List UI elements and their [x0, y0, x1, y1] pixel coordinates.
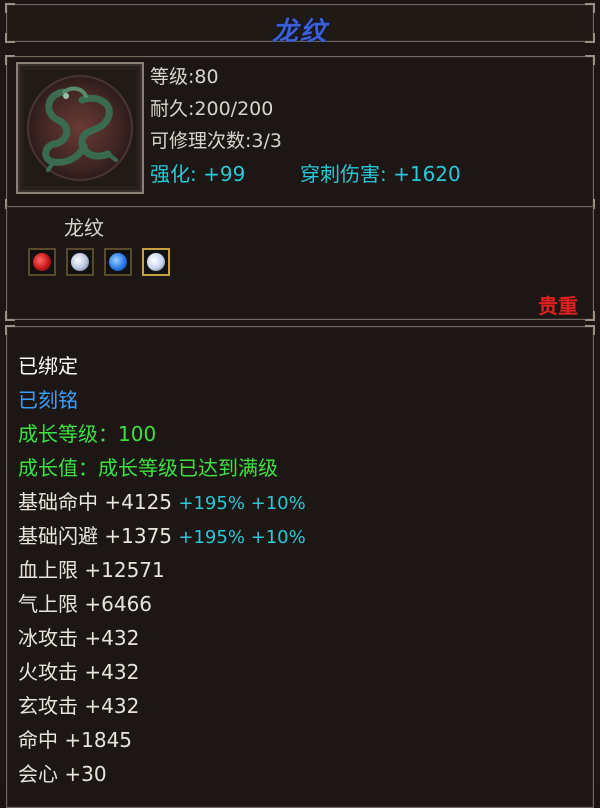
- attribute-row: 玄攻击 +432: [18, 690, 139, 719]
- dragon-emblem-icon: [24, 70, 136, 186]
- attribute-row: 火攻击 +432: [18, 656, 139, 685]
- attribute-bonus: +195% +10%: [178, 493, 306, 514]
- item-tooltip: 龙纹 等级:80 耐久:200/200 可修理次数:3/3 强化: +99 穿刺…: [0, 0, 600, 808]
- attribute-label: 血上限 +12571: [18, 558, 165, 582]
- attribute-row: 基础命中 +4125 +195% +10%: [18, 486, 306, 515]
- item-repairs: 可修理次数:3/3: [150, 130, 282, 152]
- bound-status: 已绑定: [18, 354, 78, 378]
- item-icon-slot: [16, 62, 144, 194]
- gem-slot-3[interactable]: [104, 248, 132, 276]
- item-pierce-damage: 穿刺伤害: +1620: [300, 162, 461, 186]
- rarity-label: 贵重: [538, 294, 578, 318]
- item-title: 龙纹: [271, 17, 328, 47]
- attribute-bonus: +195% +10%: [178, 527, 306, 548]
- item-durability: 耐久:200/200: [150, 98, 274, 120]
- gem-slot-2[interactable]: [66, 248, 94, 276]
- growth-level: 成长等级：100: [18, 422, 157, 446]
- attribute-row: 基础闪避 +1375 +195% +10%: [18, 520, 306, 549]
- attribute-label: 火攻击 +432: [18, 660, 140, 684]
- attribute-row: 会心 +30: [18, 758, 107, 787]
- white-gem-icon: [71, 253, 89, 271]
- attribute-label: 基础命中 +4125: [18, 490, 173, 514]
- attribute-label: 会心 +30: [18, 762, 107, 786]
- attribute-label: 命中 +1845: [18, 728, 133, 752]
- gem-set-name: 龙纹: [64, 216, 104, 240]
- blue-gem-icon: [109, 253, 127, 271]
- attribute-row: 血上限 +12571: [18, 554, 165, 583]
- attribute-row: 气上限 +6466: [18, 588, 152, 617]
- item-enhance: 强化: +99: [150, 162, 246, 186]
- red-gem-icon: [33, 253, 51, 271]
- gem-slot-1[interactable]: [28, 248, 56, 276]
- growth-value: 成长值：成长等级已达到满级: [18, 456, 278, 480]
- attribute-label: 气上限 +6466: [18, 592, 153, 616]
- title-bar: 龙纹: [5, 3, 595, 47]
- item-level: 等级:80: [150, 66, 219, 88]
- attribute-label: 基础闪避 +1375: [18, 524, 173, 548]
- attribute-row: 冰攻击 +432: [18, 622, 139, 651]
- gem-slot-4[interactable]: [142, 248, 170, 276]
- white-gem-icon: [147, 253, 165, 271]
- attribute-row: 命中 +1845: [18, 724, 132, 753]
- attribute-label: 玄攻击 +432: [18, 694, 140, 718]
- engraved-status: 已刻铭: [18, 388, 78, 412]
- attribute-label: 冰攻击 +432: [18, 626, 140, 650]
